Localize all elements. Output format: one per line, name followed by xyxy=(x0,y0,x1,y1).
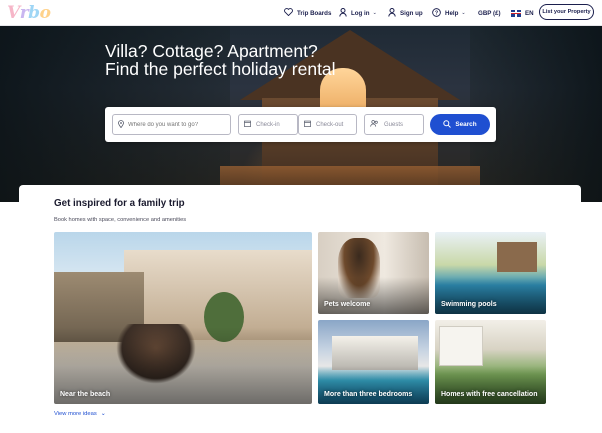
tile-label: Homes with free cancellation xyxy=(441,391,538,398)
heart-icon xyxy=(284,8,293,18)
hero-title-line2: Find the perfect holiday rental xyxy=(105,59,336,79)
destination-field[interactable] xyxy=(112,114,231,135)
tile-more-than-three-bedrooms[interactable]: More than three bedrooms xyxy=(318,320,429,404)
guests-label: Guests xyxy=(384,121,404,128)
tile-label: Pets welcome xyxy=(324,301,371,308)
calendar-icon xyxy=(244,120,251,129)
checkin-field[interactable]: Check-in xyxy=(238,114,298,135)
checkout-label: Check-out xyxy=(316,121,344,128)
nav-log-in[interactable]: Log in ⌄ xyxy=(339,0,377,26)
nav-sign-up-label: Sign up xyxy=(400,9,423,17)
nav-language[interactable]: EN xyxy=(511,0,534,26)
tile-shade xyxy=(435,277,546,314)
help-icon: ? xyxy=(432,7,441,19)
top-header: Vrbo Trip Boards Log in ⌄ Sign up ? Help… xyxy=(0,0,602,26)
list-your-property-label: List your Property xyxy=(542,9,591,15)
user-plus-icon xyxy=(388,7,396,19)
vrbo-logo[interactable]: Vrbo xyxy=(7,3,51,23)
nav-trip-boards[interactable]: Trip Boards xyxy=(284,0,331,26)
uk-flag-icon xyxy=(511,9,521,17)
tile-label: Swimming pools xyxy=(441,301,497,308)
nav-trip-boards-label: Trip Boards xyxy=(297,9,332,17)
destination-input[interactable] xyxy=(128,121,218,128)
tile-pools-building xyxy=(497,242,537,272)
search-button-label: Search xyxy=(455,121,477,128)
tile-label: More than three bedrooms xyxy=(324,391,413,398)
nav-sign-up[interactable]: Sign up xyxy=(388,0,423,26)
search-button[interactable]: Search xyxy=(430,114,490,135)
tile-shade xyxy=(318,277,429,314)
search-icon xyxy=(443,119,452,130)
nav-help-label: Help xyxy=(445,9,459,17)
tile-swimming-pools[interactable]: Swimming pools xyxy=(435,232,546,314)
hero-title: Villa? Cottage? Apartment? Find the perf… xyxy=(105,42,365,78)
tile-shade xyxy=(435,366,546,404)
list-your-property-button[interactable]: List your Property xyxy=(539,4,594,20)
location-pin-icon xyxy=(118,119,124,130)
chevron-down-icon: ⌄ xyxy=(461,10,466,16)
tile-cancel-house xyxy=(439,326,483,366)
nav-help[interactable]: ? Help ⌄ xyxy=(432,0,466,26)
tile-bedrooms-villa xyxy=(332,336,418,370)
guests-icon xyxy=(370,120,379,129)
tile-near-the-beach[interactable]: Near the beach xyxy=(54,232,312,404)
view-more-label: View more ideas xyxy=(54,410,97,417)
nav-language-label: EN xyxy=(525,9,534,17)
tile-shade xyxy=(318,366,429,404)
checkout-field[interactable]: Check-out xyxy=(298,114,357,135)
tile-free-cancellation[interactable]: Homes with free cancellation xyxy=(435,320,546,404)
nav-currency-label: GBP (£) xyxy=(478,9,501,17)
svg-text:?: ? xyxy=(435,10,438,16)
view-more-ideas-link[interactable]: View more ideas ⌄ xyxy=(54,410,106,418)
nav-log-in-label: Log in xyxy=(351,9,370,17)
guests-field[interactable]: Guests xyxy=(364,114,424,135)
chevron-down-icon: ⌄ xyxy=(100,411,106,417)
hero-title-line1: Villa? Cottage? Apartment? xyxy=(105,41,318,61)
section-title: Get inspired for a family trip xyxy=(54,198,185,209)
section-subtitle: Book homes with space, convenience and a… xyxy=(54,217,187,223)
user-icon xyxy=(339,7,347,19)
chevron-down-icon: ⌄ xyxy=(372,10,377,16)
tile-pets-welcome[interactable]: Pets welcome xyxy=(318,232,429,314)
nav-currency[interactable]: GBP (£) xyxy=(478,0,501,26)
checkin-label: Check-in xyxy=(256,121,280,128)
tile-label: Near the beach xyxy=(60,391,111,398)
calendar-icon xyxy=(304,120,311,129)
